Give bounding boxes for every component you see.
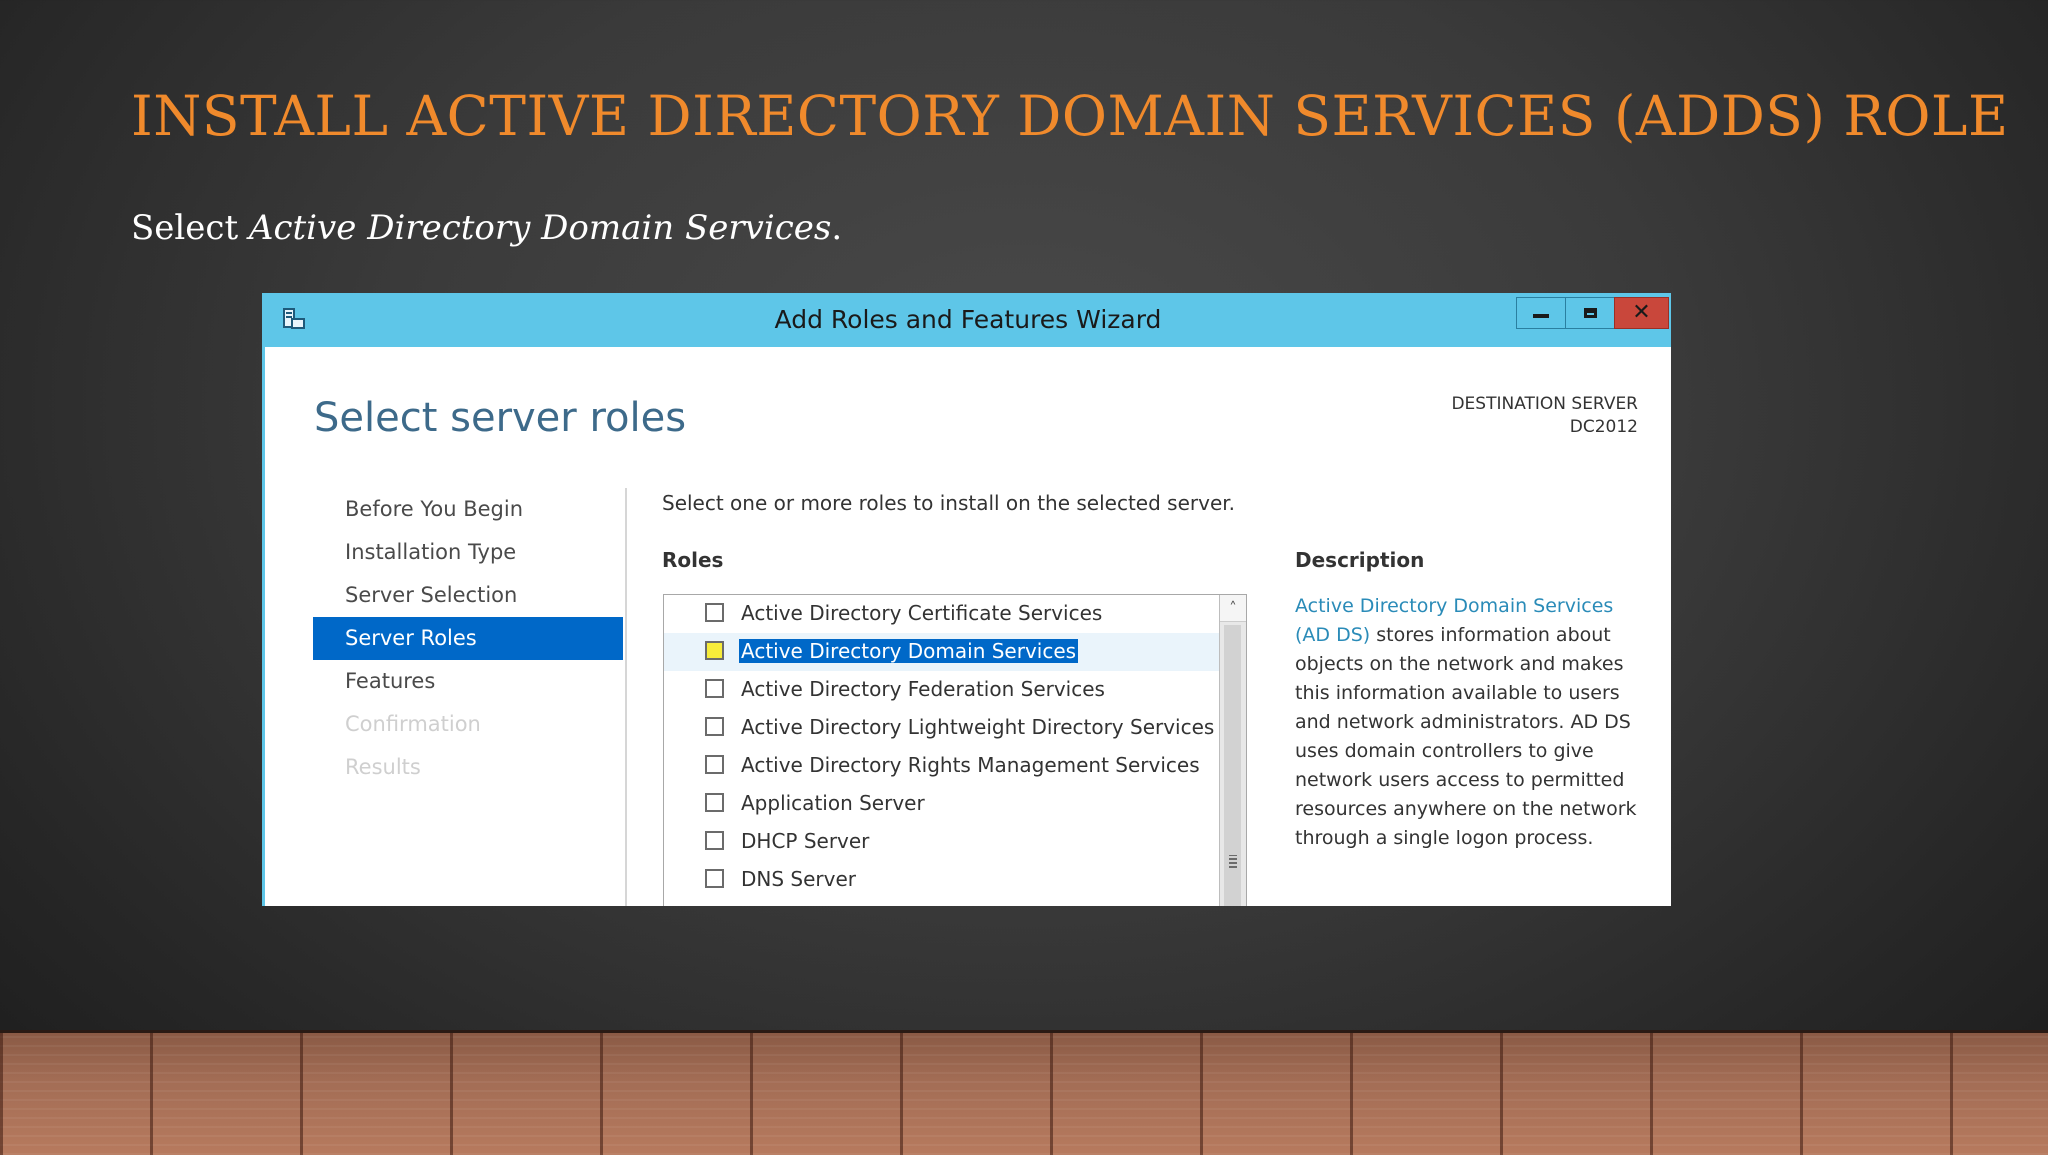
wizard-titlebar[interactable]: Add Roles and Features Wizard ✕	[265, 293, 1671, 347]
role-label[interactable]: Active Directory Lightweight Directory S…	[741, 715, 1214, 739]
role-label[interactable]: DHCP Server	[741, 829, 869, 853]
minimize-icon	[1533, 314, 1549, 318]
maximize-icon	[1583, 308, 1597, 318]
nav-item-server-roles[interactable]: Server Roles	[313, 617, 623, 660]
nav-item-before-you-begin[interactable]: Before You Begin	[313, 488, 623, 531]
roles-scrollbar[interactable]: ˄	[1219, 595, 1246, 906]
wood-floor-decoration	[0, 1030, 2048, 1155]
roles-list[interactable]: Active Directory Certificate Services Ac…	[663, 594, 1247, 906]
minimize-button[interactable]	[1516, 297, 1566, 329]
role-label[interactable]: Active Directory Federation Services	[741, 677, 1105, 701]
description-text: stores information about objects on the …	[1295, 624, 1637, 849]
chevron-up-icon[interactable]: ˄	[1220, 595, 1246, 622]
role-label[interactable]: Application Server	[741, 791, 925, 815]
role-checkbox[interactable]	[705, 679, 724, 698]
role-label[interactable]: Active Directory Rights Management Servi…	[741, 753, 1200, 777]
destination-server-label: DESTINATION SERVER	[1451, 394, 1638, 414]
role-checkbox[interactable]	[705, 793, 724, 812]
subtitle-emphasis: Active Directory Domain Services	[248, 208, 832, 248]
nav-item-results: Results	[345, 755, 421, 779]
role-row[interactable]: DHCP Server	[664, 823, 1246, 861]
role-row[interactable]: Application Server	[664, 785, 1246, 823]
nav-item-confirmation: Confirmation	[345, 712, 481, 736]
subtitle-prefix: Select	[131, 208, 249, 248]
nav-divider	[625, 488, 627, 906]
roles-heading: Roles	[662, 548, 724, 572]
slide-title: INSTALL ACTIVE DIRECTORY DOMAIN SERVICES…	[131, 84, 2009, 148]
close-button[interactable]: ✕	[1614, 297, 1669, 329]
role-row[interactable]: Active Directory Rights Management Servi…	[664, 747, 1246, 785]
wizard-nav: Before You Begin Installation Type Serve…	[313, 488, 623, 789]
nav-item-features[interactable]: Features	[313, 660, 623, 703]
role-row[interactable]: Active Directory Lightweight Directory S…	[664, 709, 1246, 747]
role-checkbox[interactable]	[705, 641, 724, 660]
slide-subtitle: Select Active Directory Domain Services.	[131, 208, 842, 248]
destination-server-value: DC2012	[1569, 417, 1638, 437]
role-row[interactable]: Active Directory Certificate Services	[664, 595, 1246, 633]
role-checkbox[interactable]	[705, 831, 724, 850]
role-checkbox[interactable]	[705, 717, 724, 736]
wizard-title: Add Roles and Features Wizard	[774, 305, 1162, 334]
description-heading: Description	[1295, 548, 1425, 572]
roles-instruction: Select one or more roles to install on t…	[662, 491, 1235, 515]
description-body: Active Directory Domain Services (AD DS)…	[1295, 592, 1645, 853]
role-label[interactable]: Active Directory Certificate Services	[741, 601, 1102, 625]
nav-item-installation-type[interactable]: Installation Type	[313, 531, 623, 574]
role-row[interactable]: DNS Server	[664, 861, 1246, 899]
role-row-selected[interactable]: Active Directory Domain Services	[664, 633, 1246, 671]
grip-icon	[1229, 855, 1237, 868]
maximize-button[interactable]	[1565, 297, 1615, 329]
close-icon: ✕	[1632, 300, 1651, 325]
role-checkbox[interactable]	[705, 603, 724, 622]
add-roles-wizard-window: Add Roles and Features Wizard ✕ Select s…	[262, 293, 1671, 906]
subtitle-suffix: .	[831, 208, 843, 248]
role-checkbox[interactable]	[705, 755, 724, 774]
nav-item-server-selection[interactable]: Server Selection	[313, 574, 623, 617]
role-label[interactable]: DNS Server	[741, 867, 856, 891]
role-row[interactable]: Active Directory Federation Services	[664, 671, 1246, 709]
scroll-thumb[interactable]	[1224, 625, 1241, 906]
role-checkbox[interactable]	[705, 869, 724, 888]
role-label[interactable]: Active Directory Domain Services	[739, 639, 1079, 663]
page-heading: Select server roles	[314, 395, 687, 441]
